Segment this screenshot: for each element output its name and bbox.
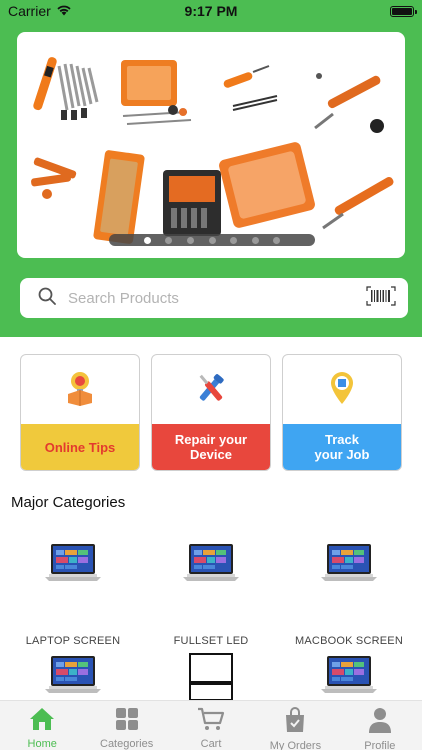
feature-label: Online Tips (21, 424, 139, 470)
nav-label: Categories (100, 738, 154, 750)
laptop-icon (45, 543, 101, 588)
location-pin-icon (329, 371, 355, 410)
nav-categories[interactable]: Categories (84, 701, 168, 750)
carousel-dot[interactable] (230, 236, 238, 244)
nav-label: Profile (364, 740, 396, 750)
laptop-icon (321, 543, 377, 588)
grid-icon (115, 707, 139, 736)
search-icon (38, 287, 56, 310)
person-icon (368, 707, 392, 738)
screen-panel-icon (187, 652, 235, 705)
carousel-dot[interactable] (143, 236, 151, 244)
category-laptop-screen[interactable]: LAPTOP SCREEN (3, 540, 143, 647)
carousel-dot[interactable] (273, 236, 281, 244)
category-item[interactable] (279, 652, 419, 700)
carousel-dot[interactable] (208, 236, 216, 244)
tools-icon (196, 371, 226, 410)
category-item[interactable] (141, 652, 281, 701)
category-label: MACBOOK SCREEN (295, 635, 403, 647)
feature-card-track-job[interactable]: Track your Job (282, 354, 402, 471)
feature-card-repair-device[interactable]: Repair your Device (151, 354, 271, 471)
bottom-nav: Home Categories Cart My Orders Profile (0, 700, 422, 750)
feature-label: Repair your Device (152, 424, 270, 470)
nav-home[interactable]: Home (0, 701, 84, 750)
carousel-dot[interactable] (165, 236, 173, 244)
home-icon (29, 707, 55, 736)
category-item[interactable] (3, 652, 143, 700)
carrier-label: Carrier (8, 3, 51, 19)
nav-label: My Orders (269, 740, 322, 750)
status-bar: Carrier 9:17 PM (0, 0, 422, 22)
tools-image (31, 57, 394, 244)
nav-profile[interactable]: Profile (338, 701, 422, 750)
wifi-icon (56, 3, 72, 19)
category-label: LAPTOP SCREEN (25, 635, 121, 647)
search-bar[interactable] (20, 278, 408, 318)
search-input[interactable] (68, 289, 366, 307)
carousel-dot[interactable] (186, 236, 194, 244)
status-time: 9:17 PM (184, 3, 238, 19)
category-label: FULLSET LED (173, 635, 249, 647)
barcode-scan-icon[interactable] (366, 285, 396, 311)
battery-icon (390, 5, 417, 17)
laptop-icon (183, 543, 239, 588)
bag-icon (284, 707, 306, 738)
laptop-icon (321, 655, 377, 700)
category-fullset-led[interactable]: FULLSET LED (141, 540, 281, 647)
section-title: Major Categories (11, 494, 126, 511)
feature-label: Track your Job (283, 424, 401, 470)
nav-label: Cart (200, 738, 222, 750)
carousel-dot[interactable] (251, 236, 259, 244)
laptop-icon (45, 655, 101, 700)
cart-icon (197, 707, 225, 736)
category-macbook-screen[interactable]: MACBOOK SCREEN (279, 540, 419, 647)
promo-banner[interactable] (17, 32, 405, 258)
lightbulb-box-icon (65, 370, 95, 411)
nav-cart[interactable]: Cart (169, 701, 253, 750)
nav-label: Home (27, 738, 57, 750)
feature-card-online-tips[interactable]: Online Tips (20, 354, 140, 471)
nav-my-orders[interactable]: My Orders (253, 701, 337, 750)
carousel-pager[interactable] (109, 234, 315, 246)
